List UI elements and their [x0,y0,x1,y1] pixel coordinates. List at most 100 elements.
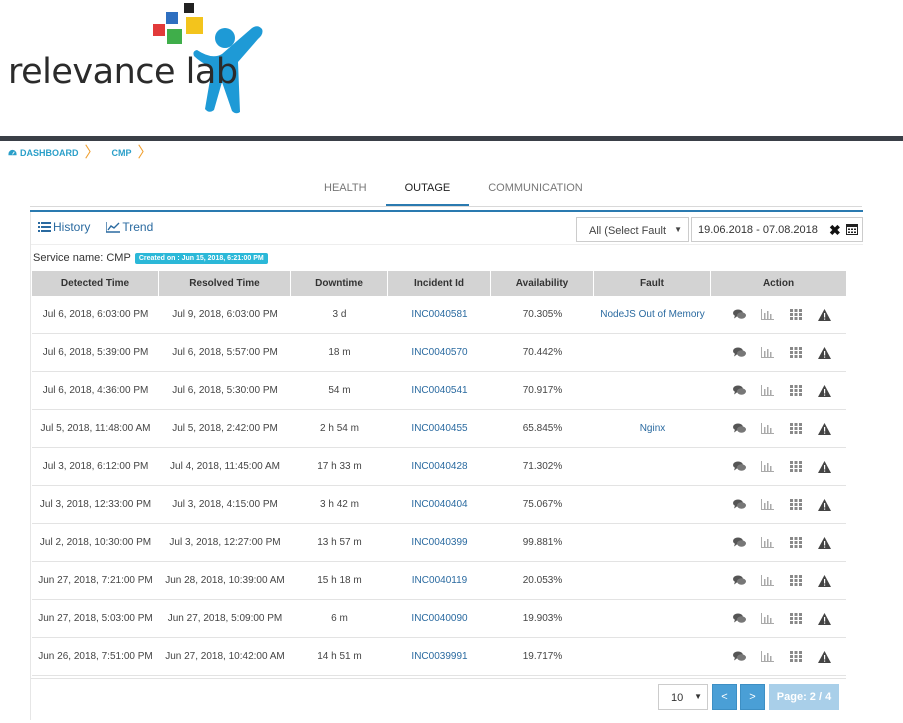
comment-icon[interactable] [733,574,761,588]
downtime-cell: 14 h 51 m [317,651,362,662]
fault-select[interactable]: All (Select Fault ▼ [576,217,689,242]
comment-icon[interactable] [733,498,761,512]
comment-icon[interactable] [733,384,761,398]
warning-icon[interactable] [817,498,846,512]
detected-time-cell: Jun 26, 2018, 7:51:00 PM [38,651,153,662]
comment-icon[interactable] [733,650,761,664]
bar-chart-icon[interactable] [761,422,789,436]
availability-cell: 70.917% [522,385,563,396]
detected-time-cell: Jun 27, 2018, 7:21:00 PM [38,575,153,586]
column-header[interactable]: Detected Time [32,271,159,296]
warning-icon[interactable] [817,612,846,626]
bar-chart-icon[interactable] [761,612,789,626]
warning-icon[interactable] [817,460,846,474]
warning-icon[interactable] [817,574,846,588]
tab-outage[interactable]: OUTAGE [385,178,470,206]
history-button[interactable]: History [38,220,90,234]
warning-icon[interactable] [817,346,846,360]
incident-id-link[interactable]: INC0040541 [388,372,491,409]
availability-cell: 70.305% [522,309,563,320]
warning-icon[interactable] [817,384,846,398]
incident-id-link[interactable]: INC0040090 [388,600,491,637]
service-info: Service name: CMP Created on : Jun 15, 2… [33,252,268,264]
column-header[interactable]: Downtime [291,271,388,296]
grid-icon[interactable] [789,422,818,436]
comment-icon[interactable] [733,460,761,474]
fault-link[interactable]: Nginx [594,410,711,447]
table-row: Jul 5, 2018, 11:48:00 AM Jul 5, 2018, 2:4… [32,410,846,448]
incident-id-link[interactable]: INC0040404 [388,486,491,523]
trend-button[interactable]: Trend [106,220,153,234]
calendar-icon[interactable] [846,223,858,235]
resolved-time-cell: Jul 6, 2018, 5:30:00 PM [172,385,278,396]
next-page-button[interactable]: > [740,684,765,710]
fault-link[interactable] [594,448,711,485]
grid-icon[interactable] [789,498,818,512]
breadcrumb-label: DASHBOARD [20,148,79,158]
incident-id-link[interactable]: INC0040119 [388,562,491,599]
fault-link[interactable] [594,600,711,637]
prev-page-button[interactable]: < [712,684,737,710]
fault-link[interactable] [594,486,711,523]
grid-icon[interactable] [789,308,818,322]
table-body: Jul 6, 2018, 6:03:00 PM Jul 9, 2018, 6:03… [32,296,846,676]
bar-chart-icon[interactable] [761,498,789,512]
comment-icon[interactable] [733,422,761,436]
tab-health[interactable]: HEALTH [305,178,386,206]
incident-id-link[interactable]: INC0040399 [388,524,491,561]
incident-id-link[interactable]: INC0040570 [388,334,491,371]
bar-chart-icon[interactable] [761,460,789,474]
grid-icon[interactable] [789,346,818,360]
page-size-value: 10 [671,692,684,704]
grid-icon[interactable] [789,612,818,626]
fault-link[interactable] [594,562,711,599]
column-header[interactable]: Availability [491,271,594,296]
detected-time-cell: Jul 6, 2018, 5:39:00 PM [42,347,149,358]
warning-icon[interactable] [817,650,846,664]
incident-id-link[interactable]: INC0040428 [388,448,491,485]
bar-chart-icon[interactable] [761,536,789,550]
column-header[interactable]: Resolved Time [159,271,291,296]
bar-chart-icon[interactable] [761,650,789,664]
comment-icon[interactable] [733,536,761,550]
availability-cell: 99.881% [522,537,563,548]
grid-icon[interactable] [789,460,818,474]
table-row: Jun 27, 2018, 5:03:00 PM Jun 27, 2018, 5:… [32,600,846,638]
fault-link[interactable] [594,524,711,561]
grid-icon[interactable] [789,650,818,664]
grid-icon[interactable] [789,574,818,588]
bar-chart-icon[interactable] [761,384,789,398]
comment-icon[interactable] [733,346,761,360]
availability-cell: 70.442% [522,347,563,358]
column-header[interactable]: Incident Id [388,271,491,296]
bar-chart-icon[interactable] [761,308,789,322]
comment-icon[interactable] [733,308,761,322]
brand-name: relevance lab [8,52,238,92]
fault-select-value: All (Select Fault [589,225,667,237]
action-cell [711,562,846,599]
caret-down-icon: ▼ [674,225,682,234]
grid-icon[interactable] [789,536,818,550]
warning-icon[interactable] [817,308,846,322]
incident-id-link[interactable]: INC0040581 [388,296,491,333]
page-size-select[interactable]: 10 ▼ [658,684,708,710]
warning-icon[interactable] [817,422,846,436]
tab-communication[interactable]: COMMUNICATION [469,178,602,206]
fault-link[interactable]: NodeJS Out of Memory [594,296,711,333]
bar-chart-icon[interactable] [761,346,789,360]
comment-icon[interactable] [733,612,761,626]
bar-chart-icon[interactable] [761,574,789,588]
incident-id-link[interactable]: INC0040455 [388,410,491,447]
resolved-time-cell: Jun 27, 2018, 10:42:00 AM [165,651,285,662]
fault-link[interactable] [594,372,711,409]
warning-icon[interactable] [817,536,846,550]
fault-link[interactable] [594,334,711,371]
grid-icon[interactable] [789,384,818,398]
breadcrumb-dashboard[interactable]: DASHBOARD [8,148,79,158]
fault-link[interactable] [594,638,711,675]
incident-id-link[interactable]: INC0039991 [388,638,491,675]
chevron-right-icon: 〉 [137,144,153,161]
breadcrumb-cmp[interactable]: CMP [112,148,132,158]
column-header[interactable]: Fault [594,271,711,296]
clear-icon[interactable]: ✖ [829,222,841,239]
